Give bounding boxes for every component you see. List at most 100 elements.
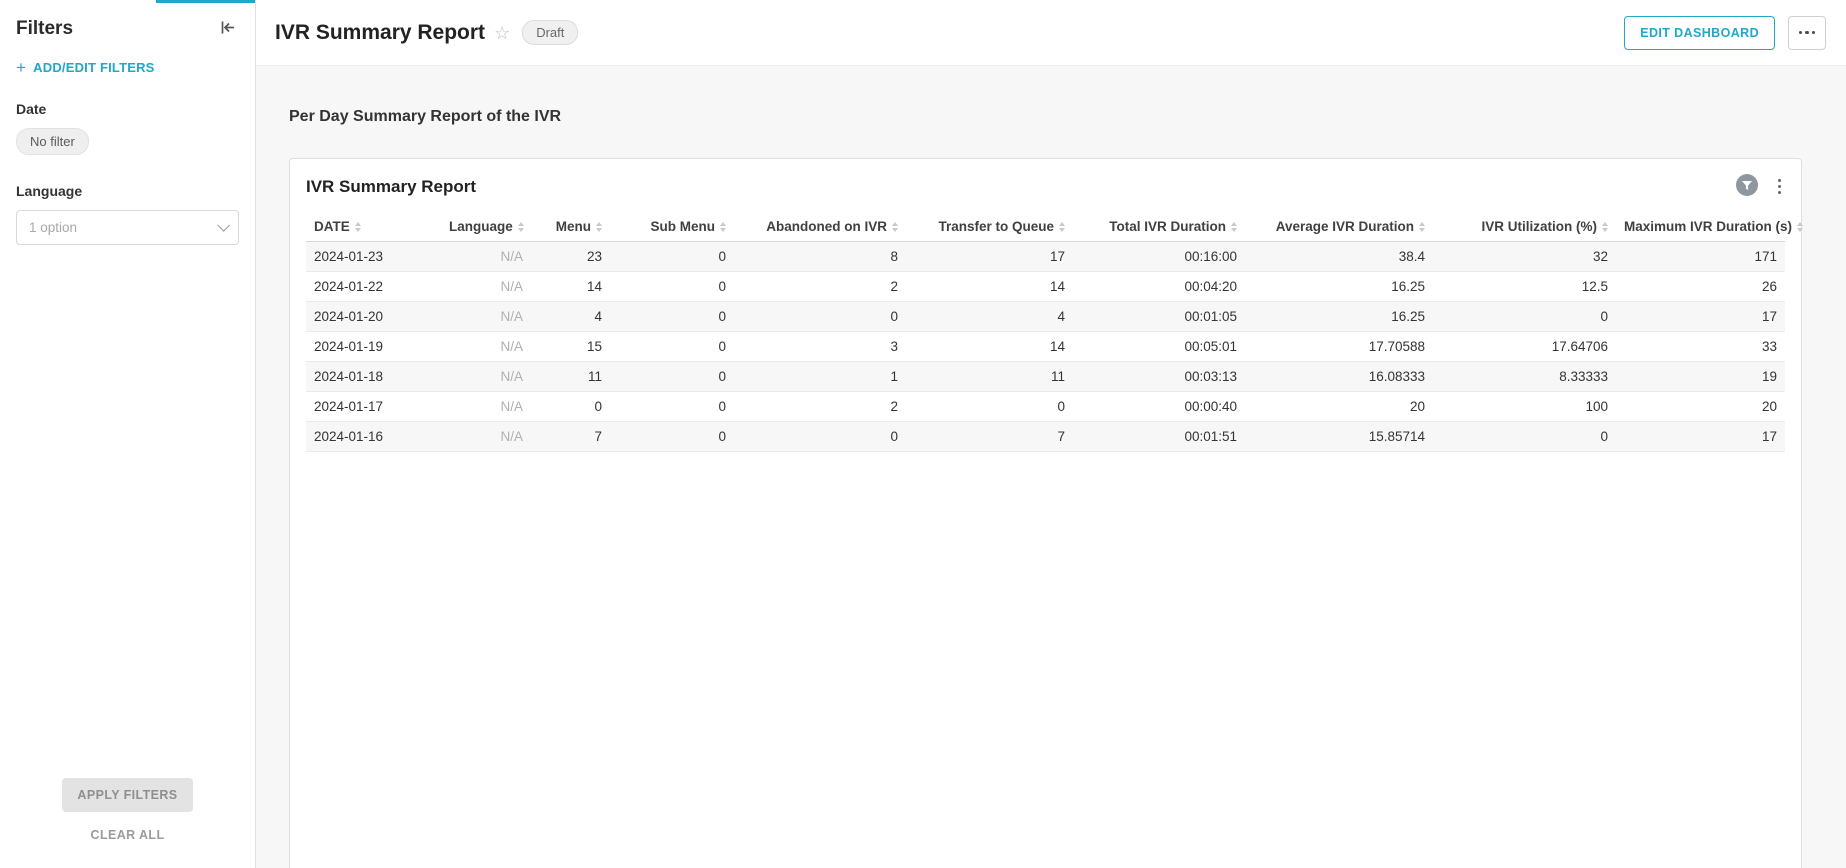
favorite-star-icon[interactable]: ☆ — [494, 24, 510, 42]
table-cell: 15 — [531, 332, 610, 362]
table-cell: 00:03:13 — [1073, 362, 1245, 392]
table-cell: 8.33333 — [1433, 362, 1616, 392]
column-header-menu[interactable]: Menu — [531, 212, 610, 242]
filter-tab-indicator — [156, 0, 255, 3]
table-cell: 32 — [1433, 242, 1616, 272]
collapse-filter-bar-button[interactable] — [216, 16, 239, 42]
language-select-value: 1 option — [29, 220, 77, 235]
table-cell: N/A — [441, 332, 531, 362]
ivr-summary-table: DATE Language Menu Sub Menu Abandoned on IVR… — [306, 212, 1785, 452]
funnel-icon — [1736, 174, 1758, 199]
column-header-language[interactable]: Language — [441, 212, 531, 242]
markdown-text: Per Day Summary Report of the IVR — [289, 108, 1802, 126]
clear-all-button[interactable]: CLEAR ALL — [91, 828, 165, 842]
table-cell: 16.25 — [1245, 272, 1433, 302]
column-header-total-ivr-duration[interactable]: Total IVR Duration — [1073, 212, 1245, 242]
table-row: 2024-01-17N/A002000:00:402010020 — [306, 392, 1785, 422]
table-row: 2024-01-20N/A400400:01:0516.25017 — [306, 302, 1785, 332]
table-cell: 0 — [734, 422, 906, 452]
table-cell: 2024-01-18 — [306, 362, 441, 392]
table-cell: 00:00:40 — [1073, 392, 1245, 422]
table-cell: 2024-01-17 — [306, 392, 441, 422]
table-row: 2024-01-18N/A11011100:03:1316.083338.333… — [306, 362, 1785, 392]
ellipsis-vertical-icon — [1778, 179, 1781, 194]
column-header-transfer-to-queue[interactable]: Transfer to Queue — [906, 212, 1073, 242]
date-filter-section: Date No filter — [0, 101, 255, 155]
column-header-maximum-ivr-duration-s[interactable]: Maximum IVR Duration (s) — [1616, 212, 1785, 242]
table-cell: 2024-01-20 — [306, 302, 441, 332]
table-cell: 0 — [610, 422, 734, 452]
table-cell: 0 — [610, 302, 734, 332]
language-select[interactable]: 1 option — [16, 210, 239, 245]
table-cell: 33 — [1616, 332, 1785, 362]
sort-carets-icon — [1059, 222, 1065, 232]
column-header-average-ivr-duration[interactable]: Average IVR Duration — [1245, 212, 1433, 242]
column-label: DATE — [314, 219, 350, 234]
table-cell: 17 — [906, 242, 1073, 272]
date-filter-chip[interactable]: No filter — [16, 128, 89, 155]
table-cell: 20 — [1616, 392, 1785, 422]
dashboard-app: Filters + ADD/EDIT FILTERS Date No filte… — [0, 0, 1846, 868]
dashboard-main: IVR Summary Report ☆ Draft EDIT DASHBOAR… — [256, 0, 1846, 868]
sort-carets-icon — [1231, 222, 1237, 232]
sort-carets-icon — [1419, 222, 1425, 232]
table-row: 2024-01-16N/A700700:01:5115.85714017 — [306, 422, 1785, 452]
table-cell: 2024-01-16 — [306, 422, 441, 452]
table-cell: 14 — [531, 272, 610, 302]
add-edit-filters-button[interactable]: + ADD/EDIT FILTERS — [16, 60, 239, 75]
table-cell: 16.25 — [1245, 302, 1433, 332]
table-cell: 15.85714 — [1245, 422, 1433, 452]
table-cell: 0 — [531, 392, 610, 422]
dashboard-body: Per Day Summary Report of the IVR IVR Su… — [256, 66, 1846, 868]
table-cell: 100 — [1433, 392, 1616, 422]
column-header-abandoned-on-ivr[interactable]: Abandoned on IVR — [734, 212, 906, 242]
table-cell: 2024-01-19 — [306, 332, 441, 362]
table-cell: 14 — [906, 272, 1073, 302]
column-label: Menu — [556, 219, 591, 234]
applied-filters-button[interactable] — [1736, 174, 1758, 199]
table-cell: N/A — [441, 272, 531, 302]
table-cell: 20 — [1245, 392, 1433, 422]
plus-icon: + — [16, 61, 26, 74]
table-cell: 171 — [1616, 242, 1785, 272]
sort-carets-icon — [596, 222, 602, 232]
table-cell: 00:01:05 — [1073, 302, 1245, 332]
table-row: 2024-01-22N/A14021400:04:2016.2512.526 — [306, 272, 1785, 302]
table-cell: N/A — [441, 422, 531, 452]
apply-filters-button[interactable]: APPLY FILTERS — [62, 778, 192, 812]
column-header-ivr-utilization[interactable]: IVR Utilization (%) — [1433, 212, 1616, 242]
more-options-button[interactable] — [1788, 16, 1826, 50]
table-cell: 0 — [1433, 422, 1616, 452]
collapse-left-icon — [218, 18, 237, 40]
filters-sidebar: Filters + ADD/EDIT FILTERS Date No filte… — [0, 0, 256, 868]
sort-carets-icon — [1797, 222, 1803, 232]
filters-title: Filters — [16, 18, 73, 40]
chart-title: IVR Summary Report — [306, 177, 476, 197]
table-cell: 00:01:51 — [1073, 422, 1245, 452]
table-cell: 16.08333 — [1245, 362, 1433, 392]
sort-carets-icon — [355, 222, 361, 232]
table-cell: 0 — [906, 392, 1073, 422]
column-label: Average IVR Duration — [1276, 219, 1414, 234]
table-cell: 38.4 — [1245, 242, 1433, 272]
column-header-date[interactable]: DATE — [306, 212, 441, 242]
column-label: IVR Utilization (%) — [1482, 219, 1598, 234]
table-cell: 11 — [906, 362, 1073, 392]
column-label: Transfer to Queue — [938, 219, 1054, 234]
date-filter-label: Date — [16, 101, 239, 117]
column-label: Sub Menu — [651, 219, 716, 234]
table-cell: 17.64706 — [1433, 332, 1616, 362]
chart-card: IVR Summary Report — [289, 158, 1802, 868]
table-cell: 23 — [531, 242, 610, 272]
table-cell: 11 — [531, 362, 610, 392]
dashboard-header: IVR Summary Report ☆ Draft EDIT DASHBOAR… — [256, 0, 1846, 66]
column-header-sub-menu[interactable]: Sub Menu — [610, 212, 734, 242]
table-row: 2024-01-19N/A15031400:05:0117.7058817.64… — [306, 332, 1785, 362]
sort-carets-icon — [1602, 222, 1608, 232]
table-cell: N/A — [441, 242, 531, 272]
edit-dashboard-button[interactable]: EDIT DASHBOARD — [1624, 16, 1775, 50]
chart-menu-button[interactable] — [1774, 176, 1785, 197]
table-cell: 4 — [531, 302, 610, 332]
table-cell: 2024-01-23 — [306, 242, 441, 272]
add-edit-filters-label: ADD/EDIT FILTERS — [33, 60, 154, 75]
